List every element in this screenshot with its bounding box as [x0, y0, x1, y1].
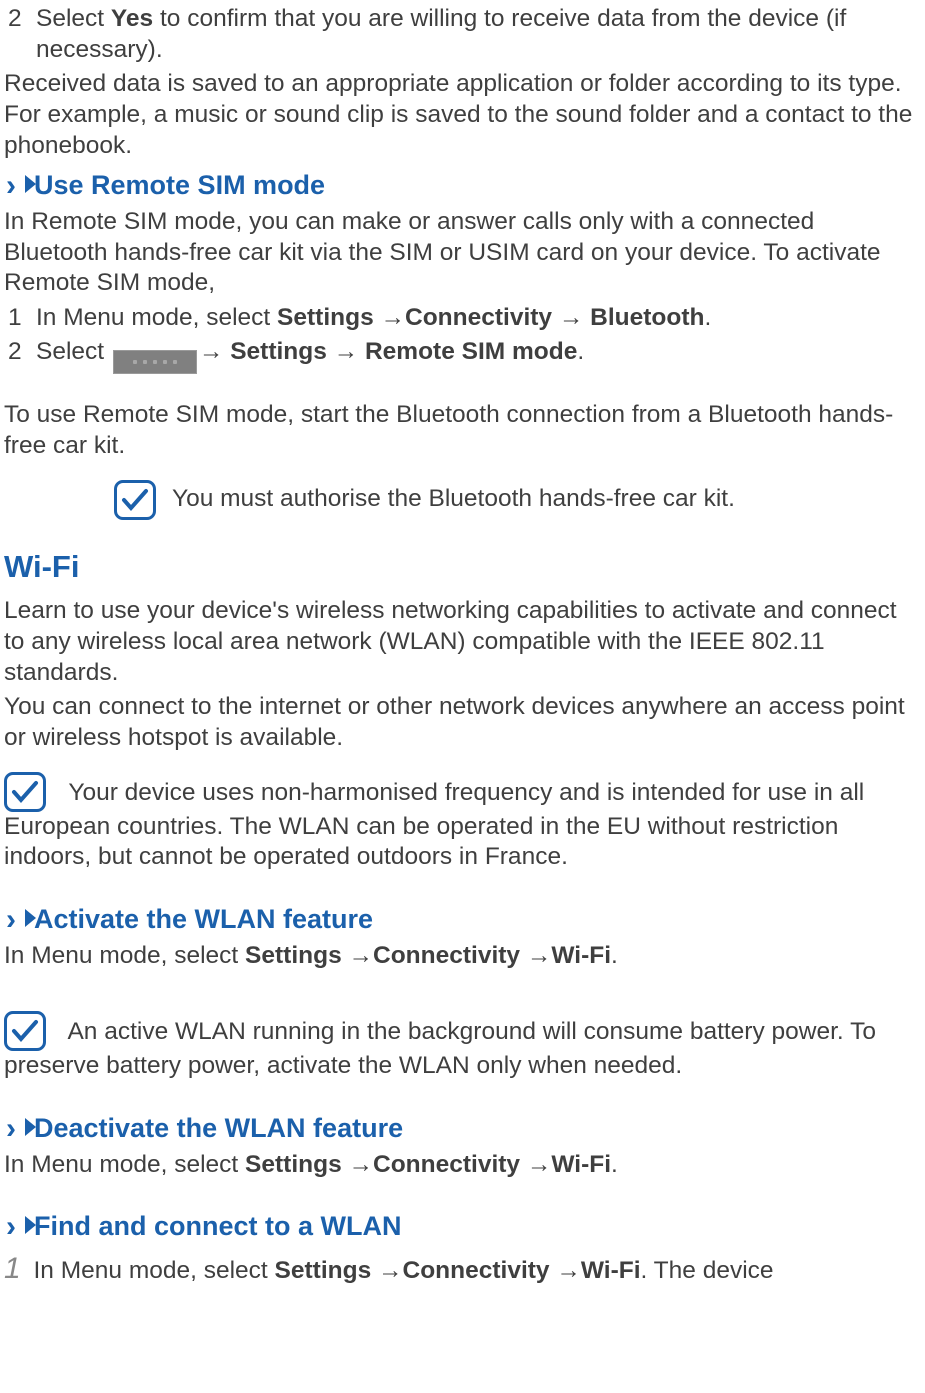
paragraph: In Menu mode, select Settings →Connectiv…	[4, 941, 921, 972]
chevron-icon: ›	[4, 1212, 24, 1242]
text: Select	[36, 338, 111, 365]
note-block: Your device uses non-harmonised frequenc…	[4, 772, 921, 873]
bold-text: Settings	[275, 1257, 378, 1284]
solid-chevron-icon	[24, 907, 34, 933]
arrow-icon: →	[559, 304, 584, 331]
paragraph: In Menu mode, select Settings →Connectiv…	[4, 1150, 921, 1181]
bold-text: Remote SIM mode	[358, 338, 577, 365]
step-item: 1 In Menu mode, select Settings →Connect…	[4, 303, 921, 334]
step-number: 1	[8, 303, 36, 334]
note-block: An active WLAN running in the background…	[4, 1011, 921, 1082]
solid-chevron-icon	[24, 1214, 34, 1240]
note-text: An active WLAN running in the background…	[4, 1018, 876, 1079]
bold-text: Wi-Fi	[581, 1257, 641, 1284]
step-number: 2	[8, 4, 36, 65]
note-text: You must authorise the Bluetooth hands-f…	[172, 484, 735, 515]
paragraph: In Remote SIM mode, you can make or answ…	[4, 207, 921, 299]
subsection-title: Deactivate the WLAN feature	[34, 1112, 403, 1146]
note-icon	[4, 772, 46, 812]
paragraph: You can connect to the internet or other…	[4, 692, 921, 753]
step-number: 1	[4, 1252, 27, 1285]
step-item: 2 Select → Settings → Remote SIM mode.	[4, 337, 921, 374]
step-text: Select → Settings → Remote SIM mode.	[36, 337, 921, 374]
paragraph: Learn to use your device's wireless netw…	[4, 596, 921, 688]
arrow-icon: →	[199, 338, 224, 365]
text: to confirm that you are willing to recei…	[36, 5, 846, 63]
chevron-icon: ›	[4, 1114, 24, 1144]
arrow-icon: →	[527, 1151, 552, 1178]
subsection-heading: › Activate the WLAN feature	[4, 903, 921, 937]
bold-text: Wi-Fi	[551, 1151, 611, 1178]
subsection-heading: › Find and connect to a WLAN	[4, 1210, 921, 1244]
text: In Menu mode, select	[27, 1257, 275, 1284]
text: . The device	[641, 1257, 774, 1284]
text: .	[611, 1151, 618, 1178]
arrow-icon: →	[349, 1151, 374, 1178]
paragraph: To use Remote SIM mode, start the Blueto…	[4, 400, 921, 461]
subsection-title: Use Remote SIM mode	[34, 169, 325, 203]
solid-chevron-icon	[24, 1116, 34, 1142]
text: In Menu mode, select	[4, 942, 245, 969]
subsection-title: Find and connect to a WLAN	[34, 1210, 401, 1244]
bold-text: Settings	[223, 338, 333, 365]
chevron-icon: ›	[4, 171, 24, 201]
bold-text: Connectivity	[373, 942, 527, 969]
bold-text: Settings	[245, 1151, 348, 1178]
note-icon	[114, 480, 156, 520]
bold-text: Settings	[245, 942, 348, 969]
bold-text: Connectivity	[373, 1151, 527, 1178]
text: In Menu mode, select	[4, 1151, 245, 1178]
arrow-icon: →	[381, 304, 406, 331]
text: Select	[36, 5, 111, 32]
step-item: 2 Select Yes to confirm that you are wil…	[4, 4, 921, 65]
arrow-icon: →	[556, 1257, 581, 1284]
text: .	[577, 338, 584, 365]
text: In Menu mode, select	[36, 304, 277, 331]
step-number: 2	[8, 337, 36, 374]
menu-button-icon	[113, 350, 197, 374]
subsection-heading: › Deactivate the WLAN feature	[4, 1112, 921, 1146]
note-icon	[4, 1011, 46, 1051]
bold-text: Bluetooth	[583, 304, 704, 331]
step-item: 1 In Menu mode, select Settings →Connect…	[4, 1250, 921, 1288]
bold-text: Settings	[277, 304, 380, 331]
arrow-icon: →	[378, 1257, 403, 1284]
text: .	[611, 942, 618, 969]
solid-chevron-icon	[24, 173, 34, 199]
subsection-title: Activate the WLAN feature	[34, 903, 373, 937]
note-text: Your device uses non-harmonised frequenc…	[4, 779, 864, 871]
bold-text: Connectivity	[403, 1257, 557, 1284]
subsection-heading: › Use Remote SIM mode	[4, 169, 921, 203]
step-text: Select Yes to confirm that you are willi…	[36, 4, 921, 65]
paragraph: Received data is saved to an appropriate…	[4, 69, 921, 161]
bold-text: Wi-Fi	[551, 942, 611, 969]
text: .	[704, 304, 711, 331]
arrow-icon: →	[334, 338, 359, 365]
note-block: You must authorise the Bluetooth hands-f…	[4, 480, 921, 520]
chevron-icon: ›	[4, 905, 24, 935]
arrow-icon: →	[349, 942, 374, 969]
section-heading: Wi-Fi	[4, 548, 921, 587]
step-text: In Menu mode, select Settings →Connectiv…	[36, 303, 921, 334]
arrow-icon: →	[527, 942, 552, 969]
bold-text: Connectivity	[405, 304, 559, 331]
bold-text: Yes	[111, 5, 153, 32]
